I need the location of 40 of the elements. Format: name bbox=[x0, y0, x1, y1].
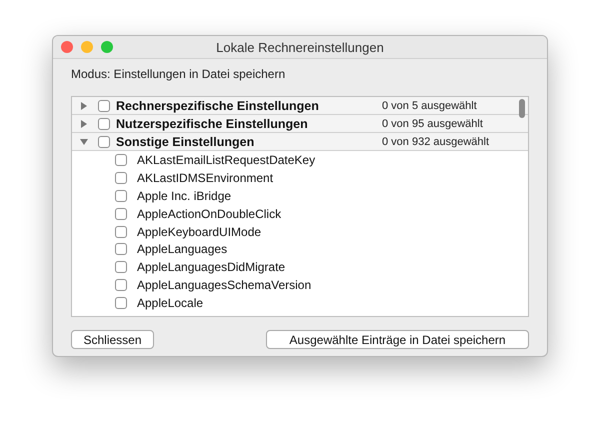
group-label: Sonstige Einstellungen bbox=[116, 134, 256, 148]
setting-label[interactable]: Apple Inc. iBridge bbox=[137, 188, 232, 203]
checkbox[interactable] bbox=[115, 261, 127, 274]
checkbox[interactable] bbox=[115, 226, 127, 238]
tree-group-row[interactable]: Rechnerspezifische Einstellungen 0 von 5 ausgewählt bbox=[72, 97, 528, 115]
save-button[interactable]: Ausgewählte Einträge in Datei speichern bbox=[266, 330, 529, 349]
disclosure-triangle-icon[interactable] bbox=[80, 120, 88, 128]
selection-count: 0 von 932 ausgewählt bbox=[382, 136, 490, 148]
checkbox[interactable] bbox=[98, 100, 110, 112]
group-label: Rechnerspezifische Einstellungen bbox=[116, 98, 320, 112]
checkbox[interactable] bbox=[115, 154, 127, 166]
zoom-button[interactable] bbox=[101, 41, 113, 53]
checkbox[interactable] bbox=[115, 190, 127, 202]
setting-label[interactable]: AppleLanguages bbox=[137, 242, 228, 256]
mode-label: Modus: Einstellungen in Datei speichern bbox=[71, 67, 286, 83]
tree-group-row[interactable]: Nutzerspezifische Einstellungen 0 von 95 ausgewählt bbox=[72, 115, 528, 133]
close-dialog-button[interactable]: Schliessen bbox=[71, 330, 154, 349]
setting-label[interactable]: AppleLocale bbox=[137, 296, 204, 310]
checkbox[interactable] bbox=[115, 208, 127, 220]
setting-label[interactable]: AppleKeyboardUIMode bbox=[137, 224, 262, 238]
group-label: Nutzerspezifische Einstellungen bbox=[116, 116, 309, 130]
selection-count: 0 von 95 ausgewählt bbox=[382, 118, 483, 130]
setting-label[interactable]: AppleLanguagesSchemaVersion bbox=[137, 278, 312, 292]
checkbox[interactable] bbox=[115, 297, 127, 310]
setting-label[interactable]: AKLastIDMSEnvironment bbox=[137, 170, 274, 185]
checkbox[interactable] bbox=[115, 243, 127, 256]
setting-label[interactable]: AKLastEmailListRequestDateKey bbox=[137, 152, 316, 167]
checkbox[interactable] bbox=[98, 118, 110, 130]
close-button[interactable] bbox=[61, 41, 73, 53]
setting-label[interactable]: AppleActionOnDoubleClick bbox=[137, 206, 282, 221]
checkbox[interactable] bbox=[115, 172, 127, 184]
checkbox[interactable] bbox=[115, 279, 127, 292]
setting-label[interactable]: AppleLanguagesDidMigrate bbox=[137, 260, 286, 274]
disclosure-triangle-icon[interactable] bbox=[80, 138, 88, 146]
scrollbar-thumb[interactable] bbox=[519, 99, 525, 118]
tree-group-row[interactable]: Sonstige Einstellungen 0 von 932 ausgewählt bbox=[72, 133, 528, 151]
selection-count: 0 von 5 ausgewählt bbox=[382, 100, 477, 112]
checkbox[interactable] bbox=[98, 136, 110, 148]
disclosure-triangle-icon[interactable] bbox=[80, 102, 88, 110]
window-title: Lokale Rechnereinstellungen bbox=[216, 40, 384, 54]
